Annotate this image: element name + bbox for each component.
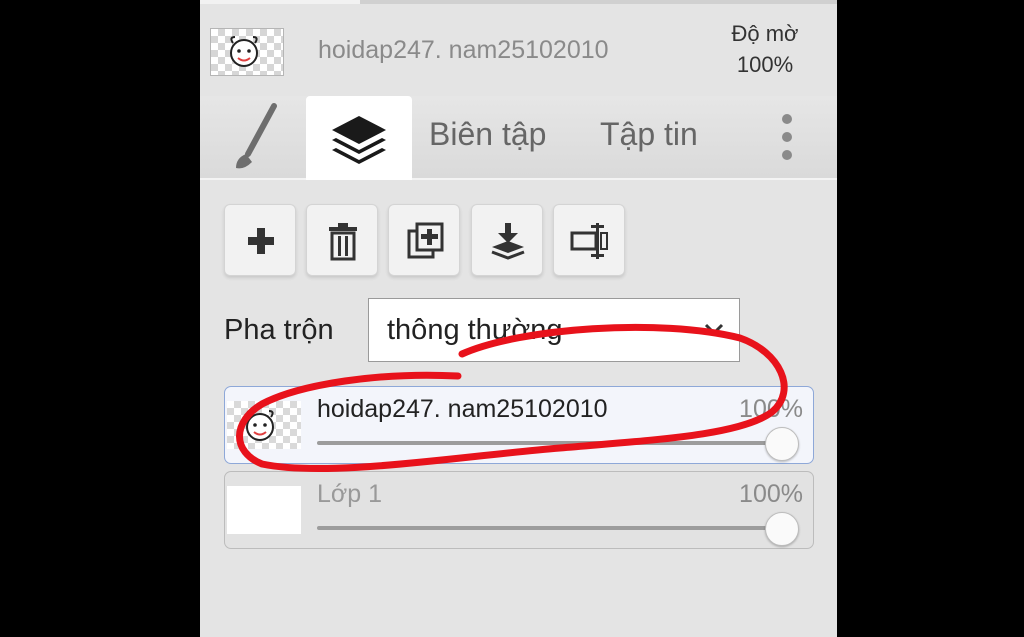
document-title: hoidap247. nam25102010 (318, 36, 609, 64)
document-thumbnail[interactable] (210, 28, 284, 76)
more-vertical-icon[interactable] (772, 112, 802, 172)
add-layer-button[interactable] (224, 204, 296, 276)
duplicate-layer-button[interactable] (388, 204, 460, 276)
tab-edit[interactable]: Biên tập (429, 116, 546, 153)
opacity-label: Độ mờ (731, 21, 799, 46)
layer-thumbnail (227, 401, 301, 449)
panel-header: hoidap247. nam25102010 Độ mờ 100% (200, 4, 837, 90)
layer-opacity-slider-handle[interactable] (765, 512, 799, 546)
layer-row[interactable]: Lớp 1 100% (224, 471, 814, 549)
layer-opacity-slider[interactable] (317, 441, 789, 445)
tab-bar: Biên tập Tập tin (200, 96, 837, 180)
layer-thumbnail (227, 486, 301, 534)
doodle-face-icon (246, 410, 274, 441)
chevron-down-icon (704, 323, 724, 336)
merge-down-icon (491, 223, 525, 260)
opacity-value[interactable]: 100% (715, 52, 815, 78)
layer-properties-button[interactable] (553, 204, 625, 276)
blend-mode-value: thông thường (387, 314, 563, 346)
layer-opacity-value: 100% (739, 480, 803, 508)
tab-file[interactable]: Tập tin (600, 116, 698, 153)
layer-row-selected[interactable]: hoidap247. nam25102010 100% (224, 386, 814, 464)
brush-icon (236, 103, 277, 169)
tab-brush[interactable] (222, 102, 292, 178)
layers-panel: hoidap247. nam25102010 Độ mờ 100% Biên t… (200, 0, 837, 637)
doodle-face-icon (230, 36, 258, 67)
blend-mode-label: Pha trộn (224, 314, 334, 346)
delete-layer-button[interactable] (306, 204, 378, 276)
layer-name: hoidap247. nam25102010 (317, 395, 608, 423)
merge-down-button[interactable] (471, 204, 543, 276)
layer-opacity-slider-handle[interactable] (765, 427, 799, 461)
layer-name: Lớp 1 (317, 480, 383, 508)
layer-opacity-value: 100% (739, 395, 803, 423)
layer-opacity-slider[interactable] (317, 526, 789, 530)
plus-icon (248, 228, 274, 254)
trash-icon (329, 223, 357, 261)
tab-layers[interactable] (306, 96, 412, 180)
layers-icon (332, 116, 386, 164)
layer-properties-icon (570, 223, 608, 259)
blend-mode-select[interactable]: thông thường (368, 298, 740, 362)
duplicate-layer-icon (407, 222, 444, 259)
